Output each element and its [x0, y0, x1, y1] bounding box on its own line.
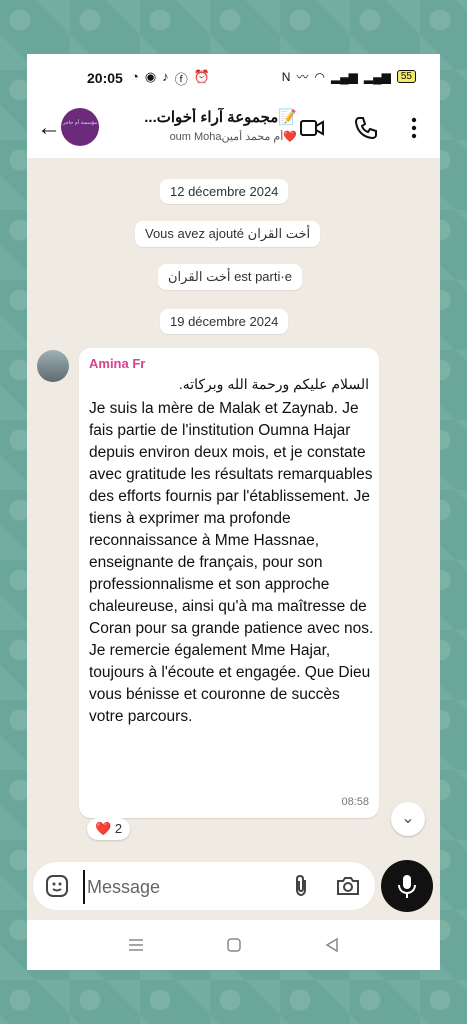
signal-icon-2: ▂▄▆ [363, 69, 391, 84]
message-input[interactable] [83, 870, 289, 904]
notification-icons: ◔ ◉ ♪ ⓕ ⏰ [131, 69, 210, 88]
vibrate-icon: 〰 [296, 70, 309, 84]
mic-icon [398, 875, 416, 898]
system-nav-bar [27, 920, 440, 970]
more-vert-icon[interactable] [401, 115, 427, 141]
chat-area[interactable]: 12 décembre 2024 Vous avez ajouté أخت ال… [27, 158, 440, 858]
recents-icon[interactable] [125, 934, 147, 956]
mic-button[interactable] [381, 860, 433, 912]
phone-screen: 20:05 ◔ ◉ ♪ ⓕ ⏰ N 〰 ◠ ▂▄▆ ▂▄▆ 55 ← مؤسسة… [27, 54, 440, 970]
sender-avatar[interactable] [37, 350, 69, 382]
video-call-icon[interactable] [299, 115, 325, 141]
messenger-icon: ◉ [144, 69, 157, 84]
message-notification-icon: ◔ [131, 69, 139, 84]
wifi-icon: ◠ [314, 69, 325, 84]
group-subtitle[interactable]: ❤️أم محمد أمينoum Moha [107, 130, 297, 143]
chat-header: ← مؤسسة أم حاجر 📝مجموعة آراء أخوات... ❤️… [27, 102, 440, 158]
arrow-left-icon[interactable]: ← [35, 114, 63, 142]
message-time: 08:58 [341, 796, 369, 808]
status-time: 20:05 [87, 70, 123, 86]
system-icons: N 〰 ◠ ▂▄▆ ▂▄▆ 55 [282, 68, 416, 85]
system-message: Vous avez ajouté أخت القران [135, 221, 321, 247]
reaction-count: 2 [114, 821, 123, 836]
home-icon[interactable] [223, 934, 245, 956]
status-bar: 20:05 ◔ ◉ ♪ ⓕ ⏰ N 〰 ◠ ▂▄▆ ▂▄▆ 55 [27, 54, 440, 102]
message-text: Je suis la mère de Malak et Zaynab. Je f… [89, 400, 374, 725]
scroll-down-button[interactable]: ⌄ [391, 802, 425, 836]
nfc-icon: N [281, 69, 291, 84]
message-composer [33, 862, 375, 910]
battery-icon: 55 [396, 70, 416, 83]
date-separator: 12 décembre 2024 [160, 179, 289, 204]
signal-icon: ▂▄▆ [330, 69, 358, 84]
message-greeting: السلام عليكم ورحمة الله وبركاته. [178, 376, 369, 392]
group-title[interactable]: 📝مجموعة آراء أخوات... [107, 108, 297, 126]
heart-icon: ❤️ [95, 821, 112, 836]
paperclip-icon[interactable] [289, 874, 313, 898]
system-message: أخت القران est parti·e [158, 264, 302, 290]
date-separator: 19 décembre 2024 [160, 309, 289, 334]
group-avatar[interactable]: مؤسسة أم حاجر [61, 108, 99, 146]
facebook-icon: ⓕ [174, 72, 188, 87]
double-chevron-down-icon: ⌄ [401, 810, 415, 827]
tiktok-icon: ♪ [162, 69, 169, 84]
message-bubble[interactable]: Amina Fr السلام عليكم ورحمة الله وبركاته… [79, 348, 379, 818]
sender-name[interactable]: Amina Fr [89, 356, 145, 371]
sticker-icon[interactable] [45, 874, 69, 898]
back-nav-icon[interactable] [321, 934, 343, 956]
camera-icon[interactable] [335, 874, 361, 898]
reaction-badge[interactable]: ❤️ 2 [87, 818, 131, 840]
alarm-icon: ⏰ [193, 69, 210, 84]
phone-icon[interactable] [353, 115, 379, 141]
